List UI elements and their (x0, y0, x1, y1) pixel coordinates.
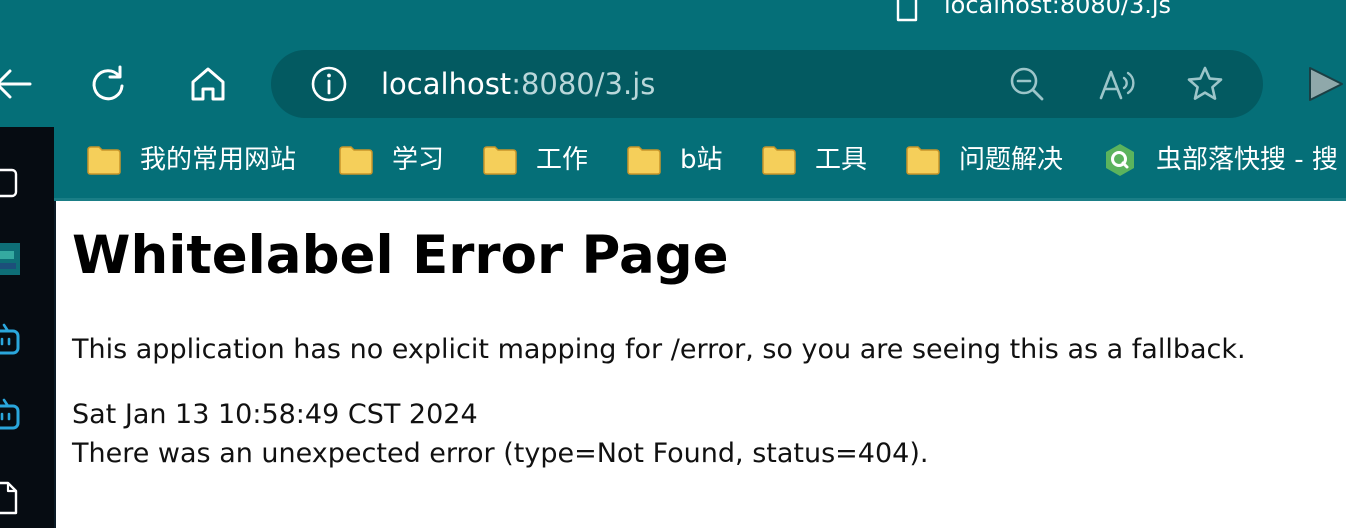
error-description: This application has no explicit mapping… (72, 334, 1246, 365)
bookmark-folder-bilibili[interactable]: b站 (626, 140, 723, 180)
page-title: Whitelabel Error Page (72, 225, 729, 286)
folder-icon (483, 146, 517, 175)
arrow-left-icon (0, 69, 32, 99)
bookmark-label: 工作 (536, 145, 589, 175)
bookmark-folder-tools[interactable]: 工具 (761, 140, 867, 180)
bookmark-label: 问题解决 (959, 145, 1064, 175)
folder-icon (906, 146, 940, 175)
bookmark-label: 学习 (392, 145, 445, 175)
refresh-button[interactable] (86, 62, 130, 106)
url-text[interactable]: localhost:8080/3.js (381, 64, 655, 104)
bookmarks-bar: 我的常用网站 学习 工作 b站 工具 问题解决 虫部落快搜 - 搜 (54, 125, 1346, 195)
url-path: :8080/3.js (511, 67, 656, 101)
document-icon[interactable] (0, 480, 26, 516)
tab-strip: localhost:8080/3.js (0, 0, 1346, 44)
bookmark-label: 工具 (815, 145, 868, 175)
star-icon (1187, 66, 1223, 100)
vertical-sidebar (0, 127, 54, 528)
tab-page-icon[interactable] (0, 165, 26, 201)
folder-icon (762, 146, 796, 175)
error-timestamp: Sat Jan 13 10:58:49 CST 2024 (72, 399, 478, 430)
tab-site-thumbnail-icon[interactable] (0, 241, 26, 277)
browser-chrome: localhost:8080/3.js localhost:8080/3.js (0, 0, 1346, 200)
folder-icon (627, 146, 661, 175)
favorite-button[interactable] (1185, 64, 1225, 104)
bilibili-icon[interactable] (0, 398, 26, 434)
back-button[interactable] (0, 62, 34, 106)
zoom-out-icon (1010, 67, 1044, 101)
refresh-icon (92, 65, 124, 101)
tab-title[interactable]: localhost:8080/3.js (944, 0, 1171, 22)
bookmark-folder-problem-solving[interactable]: 问题解决 (905, 140, 1063, 180)
url-host: localhost (381, 67, 512, 101)
address-bar[interactable]: localhost:8080/3.js (271, 50, 1263, 118)
bookmark-label: 我的常用网站 (140, 145, 297, 175)
folder-icon (339, 146, 373, 175)
bookmark-label: b站 (680, 145, 723, 175)
play-icon[interactable] (1306, 64, 1346, 104)
home-button[interactable] (186, 62, 230, 106)
page-content: Whitelabel Error Page This application h… (54, 201, 1346, 528)
zoom-button[interactable] (1007, 64, 1047, 104)
bookmark-link-chongbuluo-search[interactable]: 虫部落快搜 - 搜 (1102, 140, 1338, 180)
read-aloud-icon (1099, 70, 1135, 100)
q-search-icon (1106, 144, 1134, 176)
home-icon (191, 67, 225, 101)
bilibili-icon[interactable] (0, 323, 26, 359)
folder-icon (87, 146, 121, 175)
bookmark-folder-work[interactable]: 工作 (482, 140, 588, 180)
bookmark-folder-my-sites[interactable]: 我的常用网站 (86, 140, 296, 180)
page-icon (896, 0, 918, 22)
read-aloud-button[interactable] (1097, 64, 1137, 104)
bookmark-folder-study[interactable]: 学习 (338, 140, 444, 180)
error-status-message: There was an unexpected error (type=Not … (72, 438, 929, 469)
info-icon[interactable] (309, 64, 349, 104)
bookmark-label: 虫部落快搜 - 搜 (1156, 145, 1338, 175)
